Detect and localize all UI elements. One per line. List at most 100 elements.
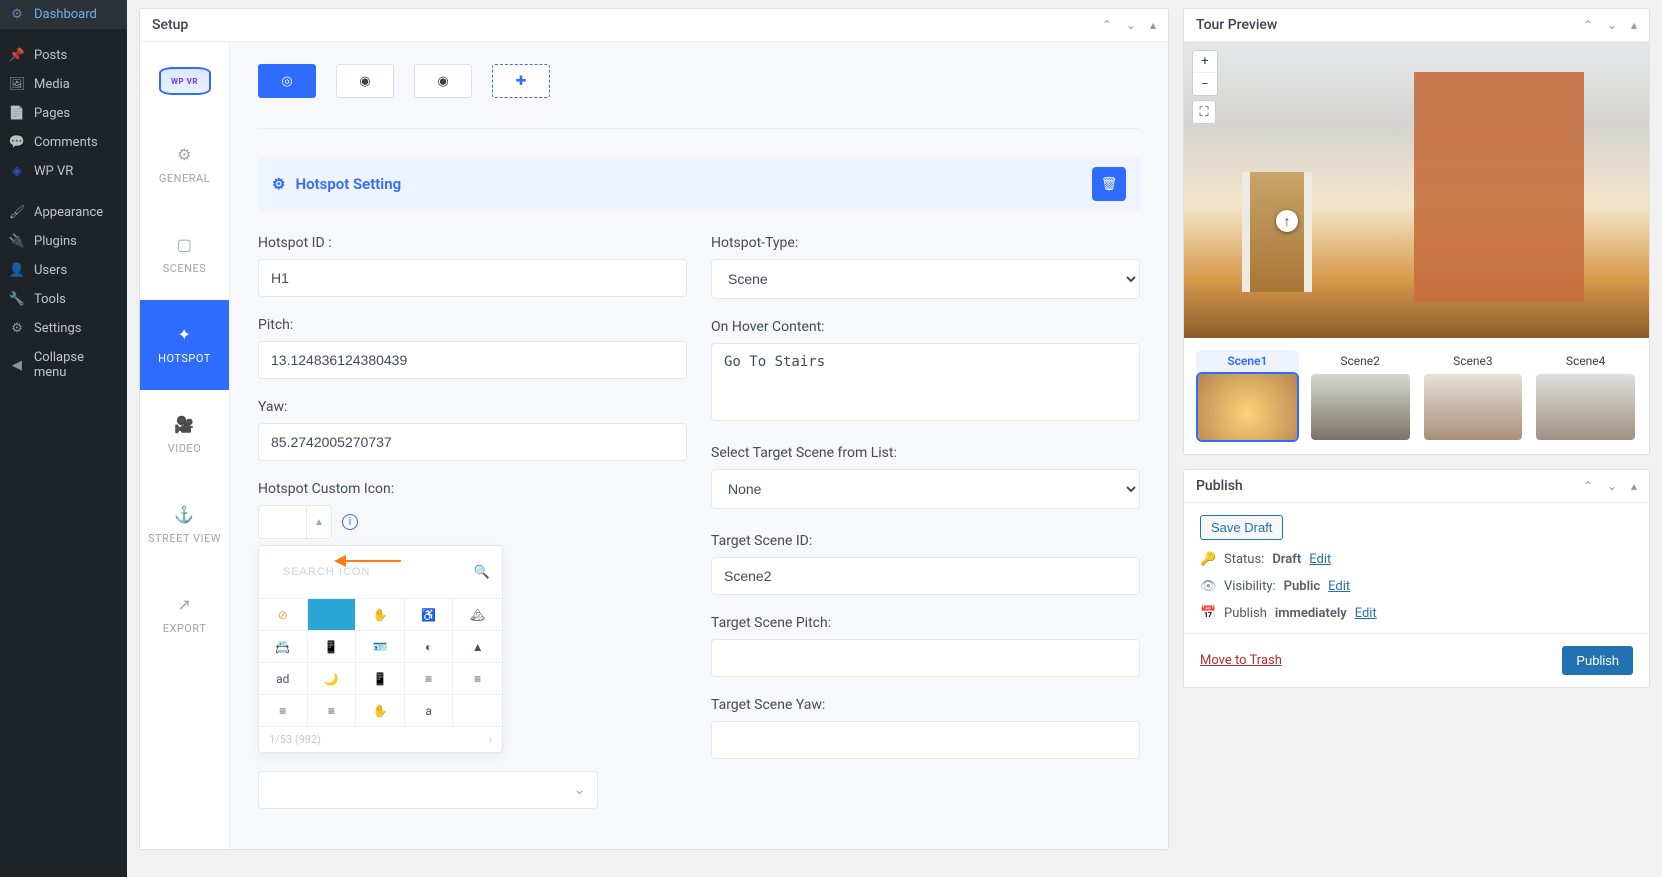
panel-toggle-icon[interactable]: ▴ (1631, 18, 1637, 32)
calendar-icon: 📅 (1200, 606, 1216, 621)
schedule-edit-link[interactable]: Edit (1355, 606, 1377, 621)
target-pitch-input[interactable] (711, 639, 1140, 677)
tab-export[interactable]: ↗EXPORT (140, 570, 229, 660)
icon-option-selected[interactable] (308, 599, 357, 631)
zoom-out-button[interactable]: − (1193, 73, 1217, 95)
panel-toggle-icon[interactable]: ▴ (1150, 18, 1156, 32)
move-to-trash-link[interactable]: Move to Trash (1200, 653, 1282, 668)
icon-option[interactable]: ◐ (405, 631, 454, 663)
panel-down-icon[interactable]: ⌄ (1607, 479, 1617, 493)
scene-thumb-1[interactable]: Scene1 (1196, 350, 1299, 442)
status-edit-link[interactable]: Edit (1309, 552, 1331, 567)
icon-option[interactable]: 🪪 (356, 631, 405, 663)
scene-label: Scene2 (1309, 350, 1412, 374)
menu-settings[interactable]: ⚙Settings (0, 314, 127, 343)
menu-plugins[interactable]: 🔌Plugins (0, 227, 127, 256)
icon-option[interactable]: ✋ (356, 695, 405, 727)
menu-wpvr[interactable]: ◈WP VR (0, 157, 127, 186)
menu-posts[interactable]: 📌Posts (0, 41, 127, 70)
target-scene-id-label: Target Scene ID: (711, 533, 1140, 549)
settings-icon: ⚙ (8, 321, 26, 336)
tab-streetview[interactable]: ⚓STREET VIEW (140, 480, 229, 570)
icon-option[interactable]: a (405, 695, 454, 727)
icon-option[interactable]: ♿ (405, 599, 454, 631)
custom-icon-select[interactable]: ▲ (258, 505, 332, 539)
icon-option[interactable]: ▲ (453, 631, 502, 663)
wpvr-logo-text: WP VR (159, 67, 211, 95)
icon-option[interactable]: 🌙 (308, 663, 357, 695)
menu-comments[interactable]: 💬Comments (0, 128, 127, 157)
hidden-select[interactable]: ⌄ (258, 771, 598, 809)
fullscreen-button[interactable]: ⛶ (1192, 100, 1216, 124)
icon-option[interactable]: ≡ (308, 695, 357, 727)
panel-up-icon[interactable]: ⌃ (1102, 18, 1112, 32)
menu-appearance[interactable]: 🖌Appearance (0, 198, 127, 227)
menu-label: Media (34, 77, 70, 92)
chevron-up-icon: ▲ (307, 517, 331, 528)
scene-thumb-3[interactable]: Scene3 (1422, 350, 1525, 442)
scenes-icon: ▢ (177, 235, 193, 254)
hotspot-icon: ✦ (178, 325, 192, 344)
icon-option[interactable]: 📱 (308, 631, 357, 663)
target-yaw-input[interactable] (711, 721, 1140, 759)
icon-option[interactable]: ≡ (405, 663, 454, 695)
tab-scenes[interactable]: ▢SCENES (140, 210, 229, 300)
menu-collapse[interactable]: ◀Collapse menu (0, 343, 127, 387)
custom-icon-label: Hotspot Custom Icon: (258, 481, 687, 497)
scene-thumb-2[interactable]: Scene2 (1309, 350, 1412, 442)
tour-preview-viewport[interactable]: ↑ + − ⛶ (1184, 42, 1649, 338)
icon-option[interactable]: 📇 (259, 631, 308, 663)
icon-option[interactable]: ✋ (356, 599, 405, 631)
yaw-input[interactable] (258, 423, 687, 461)
tab-label: HOTSPOT (158, 352, 211, 365)
hotspot-marker[interactable]: ↑ (1276, 210, 1298, 232)
scene-thumb-4[interactable]: Scene4 (1534, 350, 1637, 442)
icon-option[interactable]: 🏔 (453, 599, 502, 631)
section-title: Hotspot Setting (295, 175, 401, 193)
icon-option[interactable]: ad (259, 663, 308, 695)
icon-option-none[interactable]: ⊘ (259, 599, 308, 631)
panel-toggle-icon[interactable]: ▴ (1631, 479, 1637, 493)
menu-pages[interactable]: 📄Pages (0, 99, 127, 128)
icon-option[interactable]: 📱 (356, 663, 405, 695)
tab-hotspot[interactable]: ✦ HOTSPOT (140, 300, 229, 390)
icon-option[interactable] (453, 695, 502, 727)
icon-option[interactable]: ≡ (259, 695, 308, 727)
hotspot-chip-2[interactable]: ◉ (336, 64, 394, 98)
save-draft-button[interactable]: Save Draft (1200, 515, 1283, 540)
scene-label: Scene4 (1534, 350, 1637, 374)
panel-up-icon[interactable]: ⌃ (1583, 479, 1593, 493)
menu-users[interactable]: 👤Users (0, 256, 127, 285)
delete-hotspot-button[interactable]: 🗑 (1092, 167, 1126, 201)
zoom-in-button[interactable]: + (1193, 51, 1217, 73)
hotspot-chip-add[interactable]: ✚ (492, 64, 550, 98)
hotspot-id-input[interactable] (258, 259, 687, 297)
menu-dashboard[interactable]: ⚙Dashboard (0, 0, 127, 29)
wp-admin-sidebar: ⚙Dashboard 📌Posts 🖼Media 📄Pages 💬Comment… (0, 0, 127, 877)
icon-option[interactable]: ≡ (453, 663, 502, 695)
target-scene-id-input[interactable] (711, 557, 1140, 595)
tab-video[interactable]: 🎥VIDEO (140, 390, 229, 480)
menu-media[interactable]: 🖼Media (0, 70, 127, 99)
hotspot-id-label: Hotspot ID : (258, 235, 687, 251)
hotspot-chip-3[interactable]: ◉ (414, 64, 472, 98)
hover-content-input[interactable]: Go To Stairs (711, 343, 1140, 421)
eye-icon: 👁 (1200, 579, 1216, 594)
publish-button[interactable]: Publish (1562, 646, 1633, 675)
hotspot-chip-1[interactable]: ◎ (258, 64, 316, 98)
panel-down-icon[interactable]: ⌄ (1607, 18, 1617, 32)
visibility-edit-link[interactable]: Edit (1328, 579, 1350, 594)
tab-general[interactable]: ⚙GENERAL (140, 120, 229, 210)
users-icon: 👤 (8, 263, 26, 278)
panel-up-icon[interactable]: ⌃ (1583, 18, 1593, 32)
icon-grid: ⊘ ✋ ♿ 🏔 📇 📱 🪪 ◐ (259, 599, 502, 727)
hotspot-type-select[interactable]: Scene (711, 259, 1140, 299)
icon-picker-next[interactable]: › (489, 733, 492, 746)
scene-label: Scene3 (1422, 350, 1525, 374)
info-icon[interactable]: i (342, 514, 358, 530)
menu-tools[interactable]: 🔧Tools (0, 285, 127, 314)
target-scene-list-select[interactable]: None (711, 469, 1140, 509)
panel-down-icon[interactable]: ⌄ (1126, 18, 1136, 32)
yaw-label: Yaw: (258, 399, 687, 415)
pitch-input[interactable] (258, 341, 687, 379)
